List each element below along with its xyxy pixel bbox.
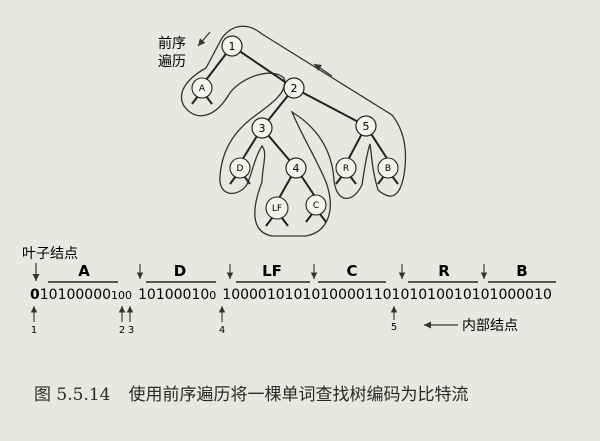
node-5-label: 5 — [363, 120, 370, 133]
bit-stream: 010100000100 101000100 1000010101010000110… — [30, 287, 552, 303]
segment-label-a: A — [78, 262, 90, 280]
traversal-label-1: 前序 — [158, 35, 186, 52]
bits-b: 0101000010 — [463, 287, 552, 303]
bits-c: 10100001 — [302, 287, 373, 303]
bits-d: 10100010 — [138, 287, 209, 303]
segment-label-b: B — [516, 262, 527, 280]
bits-23: 100 — [111, 289, 132, 302]
segment-label-d: D — [174, 262, 186, 280]
node-1-label: 1 — [229, 40, 236, 53]
bit-1: 0 — [30, 287, 40, 303]
bits-r: 10101001 — [392, 287, 463, 303]
leaf-lf-label: LF — [272, 204, 282, 214]
leaf-c-label: C — [313, 201, 319, 211]
bits-5: 10 — [374, 287, 392, 303]
node-3-label: 3 — [259, 122, 266, 135]
figure-caption-text: 使用前序遍历将一棵单词查找树编码为比特流 — [128, 385, 469, 405]
traversal-arrow-down — [197, 31, 211, 47]
traversal-label-2: 遍历 — [158, 54, 186, 70]
figure-caption: 图 5.5.14 使用前序遍历将一棵单词查找树编码为比特流 — [34, 380, 468, 405]
segment-label-c: C — [346, 262, 357, 280]
segment-arrows — [136, 264, 488, 279]
leaf-a-label: A — [199, 84, 206, 94]
figure-number: 图 5.5.14 — [34, 385, 111, 405]
segment-label-lf: LF — [262, 262, 282, 280]
position-2: 2 — [119, 325, 125, 336]
node-2-label: 2 — [291, 82, 298, 95]
position-3: 3 — [128, 325, 134, 336]
leaf-r-label: R — [343, 164, 349, 174]
leaf-d-label: D — [237, 164, 244, 174]
segment-label-r: R — [438, 262, 450, 280]
position-arrows — [30, 306, 398, 322]
figure-page: 1 2 3 4 5 A D LF C R B 前序 遍历 叶子结点 A D LF… — [0, 0, 600, 441]
position-5: 5 — [391, 322, 397, 333]
leaf-b-label: B — [385, 164, 391, 174]
node-4-label: 4 — [293, 162, 300, 175]
position-4: 4 — [219, 325, 225, 336]
internal-node-label: 内部结点 — [462, 318, 518, 334]
bits-a: 10100000 — [40, 287, 111, 303]
position-1: 1 — [31, 325, 37, 336]
trie-encoding-figure: 1 2 3 4 5 A D LF C R B 前序 遍历 叶子结点 A D LF… — [22, 25, 556, 336]
bit-4: 0 — [209, 289, 216, 302]
traversal-arrow-return — [313, 63, 333, 77]
bits-lf: 100001010 — [222, 287, 302, 303]
leaf-node-label: 叶子结点 — [22, 246, 78, 262]
